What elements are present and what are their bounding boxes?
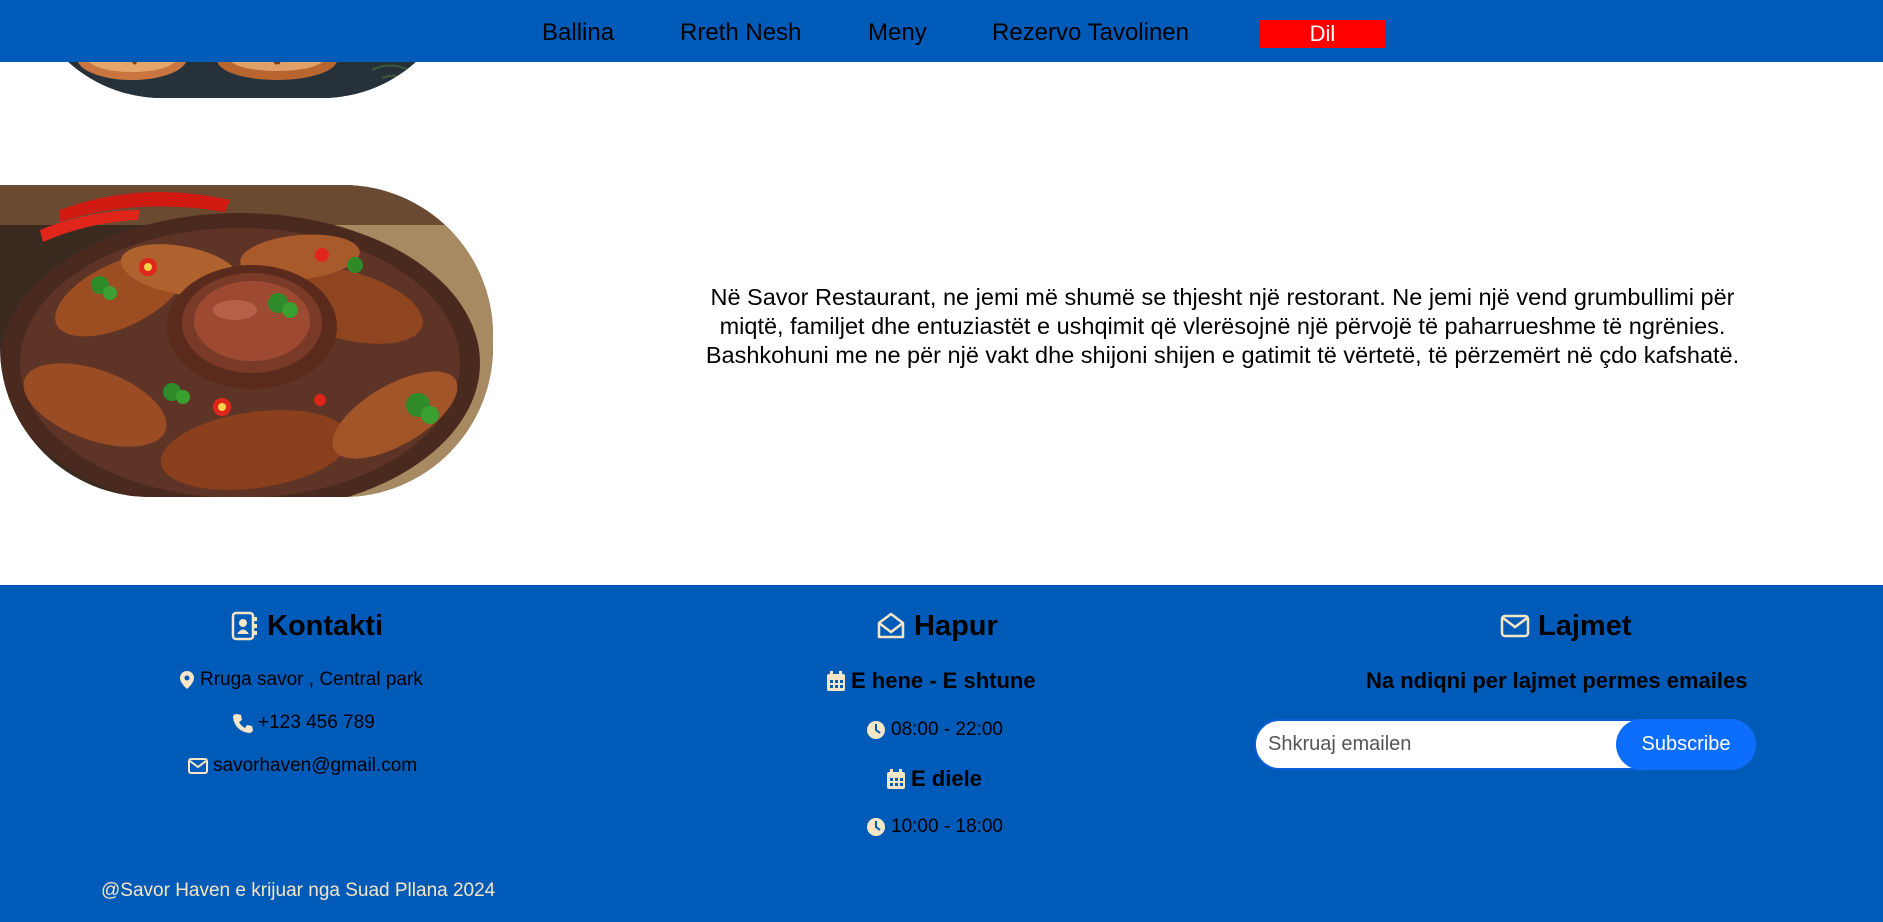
contact-address: Rruga savor , Central park — [179, 668, 423, 692]
clock-icon — [866, 720, 886, 740]
hours-weekday-label: E hene - E shtune — [826, 669, 1036, 693]
contact-phone-text: +123 456 789 — [258, 712, 375, 733]
clock-icon — [866, 817, 886, 837]
contact-title: Kontakti — [231, 609, 383, 643]
contact-email-text[interactable]: savorhaven@gmail.com — [213, 754, 417, 778]
hours-sunday-label: E diele — [886, 767, 982, 791]
hours-title: Hapur — [876, 609, 998, 643]
hours-sunday-time-text: 10:00 - 18:00 — [891, 816, 1003, 837]
news-title-text: Lajmet — [1538, 610, 1632, 642]
logout-button[interactable]: Dil — [1260, 20, 1385, 48]
newsletter-form: Subscribe — [1254, 719, 1756, 770]
subscribe-button[interactable]: Subscribe — [1616, 719, 1756, 770]
hours-sunday-time: 10:00 - 18:00 — [866, 815, 1003, 839]
calendar-icon — [886, 768, 906, 790]
envelope-open-icon — [876, 611, 906, 641]
contact-address-text: Rruga savor , Central park — [200, 669, 423, 690]
hours-weekday-label-text: E hene - E shtune — [851, 668, 1036, 693]
nav-link-meny[interactable]: Meny — [868, 19, 927, 47]
hours-title-text: Hapur — [914, 610, 998, 642]
calendar-icon — [826, 670, 846, 692]
chicken-wings-image — [0, 185, 493, 497]
news-subtitle: Na ndiqni per lajmet permes emailes — [1366, 668, 1748, 693]
contact-email: savorhaven@gmail.com — [188, 754, 417, 778]
news-title: Lajmet — [1500, 609, 1631, 643]
about-paragraph: Në Savor Restaurant, ne jemi më shumë se… — [705, 284, 1740, 368]
contact-card-icon — [231, 611, 259, 641]
hours-sunday-label-text: E diele — [911, 766, 982, 791]
hours-weekday-time-text: 08:00 - 22:00 — [891, 719, 1003, 740]
nav-link-ballina[interactable]: Ballina — [542, 19, 614, 47]
newsletter-email-input[interactable] — [1254, 719, 1653, 770]
map-pin-icon — [179, 670, 195, 690]
envelope-icon — [188, 758, 208, 774]
phone-icon — [233, 713, 253, 733]
hours-weekday-time: 08:00 - 22:00 — [866, 718, 1003, 742]
nav-link-rezervo-tavolinen[interactable]: Rezervo Tavolinen — [992, 19, 1189, 47]
contact-title-text: Kontakti — [267, 610, 383, 642]
envelope-icon — [1500, 614, 1530, 638]
copyright-text: @Savor Haven e krijuar nga Suad Pllana 2… — [101, 880, 496, 901]
contact-phone: +123 456 789 — [233, 711, 375, 735]
nav-link-rreth-nesh[interactable]: Rreth Nesh — [680, 19, 801, 47]
top-navbar: Ballina Rreth Nesh Meny Rezervo Tavoline… — [0, 0, 1883, 62]
